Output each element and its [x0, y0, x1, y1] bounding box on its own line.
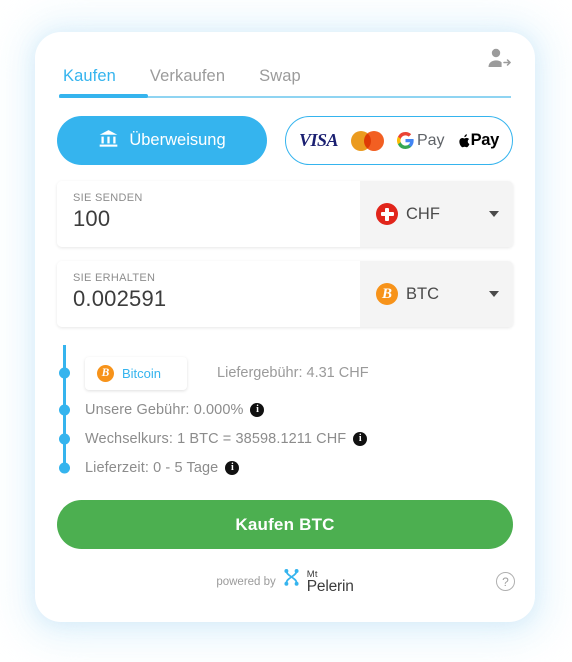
chevron-down-icon [489, 291, 499, 297]
send-field-label: SIE SENDEN [73, 192, 143, 204]
receive-field-label: SIE ERHALTEN [73, 272, 156, 284]
receive-amount-input[interactable] [73, 286, 344, 312]
tab-bar: Kaufen Verkaufen Swap [59, 54, 511, 96]
delivery-time-text: Lieferzeit: 0 - 5 Tage [85, 459, 219, 476]
powered-by-label: powered by [216, 576, 276, 588]
swiss-flag-icon [376, 203, 398, 225]
delivery-fee-text: Liefergebühr: 4.31 CHF [217, 365, 369, 381]
send-currency-label: CHF [406, 204, 440, 223]
exchange-rate-text: Wechselkurs: 1 BTC = 38598.1211 CHF [85, 430, 347, 447]
tab-verkaufen[interactable]: Verkaufen [146, 67, 229, 96]
detail-row-exchange-rate: Wechselkurs: 1 BTC = 38598.1211 CHF i [57, 424, 513, 453]
google-pay-icon: Pay [396, 131, 445, 150]
chevron-down-icon [489, 211, 499, 217]
mt-pelerin-wordmark: Mt Pelerin [306, 569, 354, 595]
help-icon[interactable]: ? [496, 572, 515, 591]
payment-method-row: Überweisung VISA Pay Pay [35, 96, 535, 165]
bank-icon [98, 129, 119, 153]
timeline-dot [58, 462, 70, 473]
receive-field-input-area: SIE ERHALTEN [57, 261, 360, 327]
mt-pelerin-logo-icon [283, 568, 300, 596]
bitcoin-icon: B [376, 283, 398, 305]
person-add-icon[interactable] [485, 46, 513, 72]
info-icon[interactable]: i [353, 431, 368, 446]
payment-method-bank-label: Überweisung [129, 131, 226, 149]
tab-underline-active [59, 94, 148, 98]
buy-btc-button[interactable]: Kaufen BTC [57, 500, 513, 549]
apple-pay-icon: Pay [458, 131, 499, 150]
timeline-dot [58, 404, 70, 415]
payment-method-bank-transfer[interactable]: Überweisung [57, 116, 267, 165]
detail-row-our-fee: Unsere Gebühr: 0.000% i [57, 395, 513, 424]
send-field: SIE SENDEN CHF [57, 181, 513, 247]
send-amount-input[interactable] [73, 206, 344, 232]
detail-row-delivery-time: Lieferzeit: 0 - 5 Tage i [57, 453, 513, 482]
mt-pelerin-brand-bottom: Pelerin [306, 578, 354, 595]
receive-currency-selector[interactable]: B BTC [360, 261, 513, 327]
amount-fields: SIE SENDEN CHF SIE ERHALTEN B BTC [35, 165, 535, 327]
transaction-details: B Bitcoin Liefergebühr: 4.31 CHF Unsere … [35, 341, 535, 482]
network-chip-label: Bitcoin [122, 365, 162, 381]
payment-method-cards[interactable]: VISA Pay Pay [285, 116, 513, 165]
widget-footer: powered by Mt Pelerin ? [35, 566, 535, 610]
apple-pay-label: Pay [470, 131, 500, 149]
exchange-widget-card: Kaufen Verkaufen Swap Überweisung VISA P… [35, 32, 535, 622]
detail-row-network: B Bitcoin Liefergebühr: 4.31 CHF [57, 351, 513, 395]
bitcoin-icon: B [97, 364, 114, 382]
tab-kaufen[interactable]: Kaufen [59, 67, 120, 96]
powered-by-mt-pelerin[interactable]: powered by Mt Pelerin [35, 568, 535, 596]
info-icon[interactable]: i [225, 460, 240, 475]
timeline-dot [58, 367, 70, 379]
info-icon[interactable]: i [250, 402, 265, 417]
mastercard-icon [350, 130, 384, 151]
widget-header: Kaufen Verkaufen Swap [35, 32, 535, 98]
cta-area: Kaufen BTC [35, 482, 535, 549]
widget-stage: Kaufen Verkaufen Swap Überweisung VISA P… [0, 0, 572, 662]
send-currency-selector[interactable]: CHF [360, 181, 513, 247]
our-fee-text: Unsere Gebühr: 0.000% [85, 401, 244, 418]
send-field-input-area: SIE SENDEN [57, 181, 360, 247]
receive-currency-label: BTC [406, 284, 439, 303]
visa-icon: VISA [298, 130, 339, 150]
receive-field: SIE ERHALTEN B BTC [57, 261, 513, 327]
timeline-dot [58, 433, 70, 444]
google-pay-label: Pay [416, 131, 445, 149]
network-chip[interactable]: B Bitcoin [85, 356, 188, 390]
tab-swap[interactable]: Swap [255, 67, 305, 96]
